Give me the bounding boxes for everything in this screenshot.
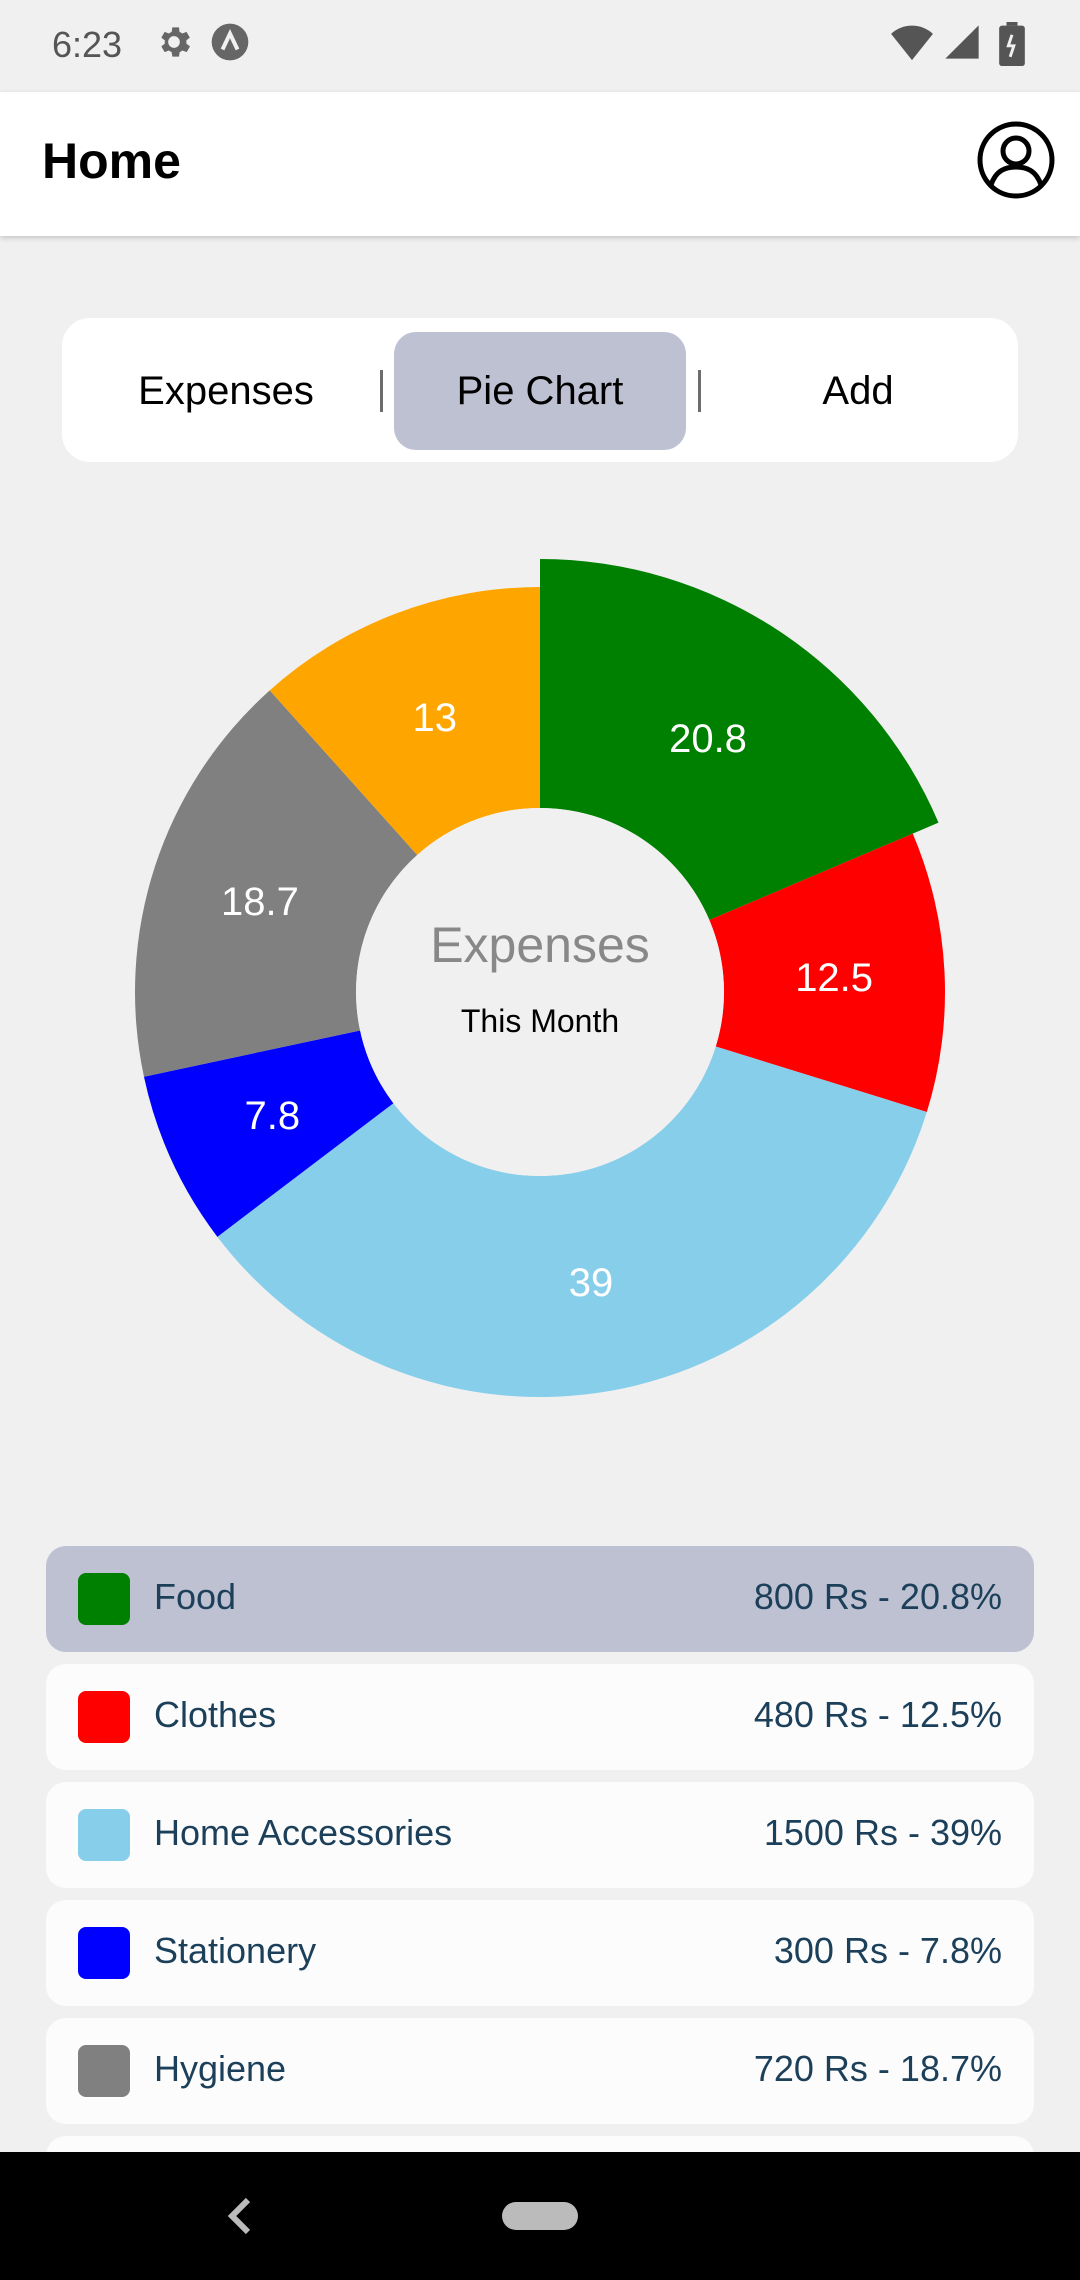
legend-color-swatch <box>78 1927 130 1979</box>
back-chevron-icon[interactable] <box>222 2186 258 2246</box>
account-circle-icon <box>977 121 1055 199</box>
legend-label: Stationery <box>154 1930 317 1971</box>
legend-value: 300 Rs - 7.8% <box>773 1930 1002 1971</box>
legend-label: Clothes <box>154 1694 277 1735</box>
legend-color-swatch <box>78 1809 130 1861</box>
legend-label: Home Accessories <box>154 1812 453 1853</box>
home-pill-icon[interactable] <box>502 2202 578 2230</box>
tab-divider <box>380 370 383 412</box>
legend-row[interactable]: Clothes 480 Rs - 12.5% <box>46 1664 1034 1770</box>
legend-color-swatch <box>78 1691 130 1743</box>
tab-pie-chart-label: Pie Chart <box>456 368 624 413</box>
app-bar: Home <box>0 92 1080 236</box>
pie-slice-label: 7.8 <box>244 1094 300 1138</box>
settings-gear-icon <box>161 27 190 57</box>
page-title: Home <box>42 133 181 189</box>
legend-value: 800 Rs - 20.8% <box>753 1576 1002 1617</box>
legend-row[interactable]: Stationery 300 Rs - 7.8% <box>46 1900 1034 2006</box>
legend-value: 720 Rs - 18.7% <box>753 2048 1002 2089</box>
legend-row[interactable]: Home Accessories 1500 Rs - 39% <box>46 1782 1034 1888</box>
legend-row[interactable]: Food 800 Rs - 20.8% <box>46 1546 1034 1652</box>
legend-label: Hygiene <box>154 2048 287 2089</box>
tab-expenses-label: Expenses <box>138 368 314 413</box>
tab-pie-chart[interactable]: Pie Chart <box>394 332 686 450</box>
tab-add[interactable]: Add <box>712 332 1004 450</box>
tab-bar: Expenses Pie Chart Add <box>62 318 1018 462</box>
expenses-pie-chart[interactable]: Expenses This Month 20.8 12.5 39 7.8 18.7 13 <box>0 540 1080 1420</box>
cellular-signal-icon <box>945 25 979 59</box>
chart-center-title: Expenses <box>430 917 650 973</box>
legend-color-swatch <box>78 1573 130 1625</box>
chart-center-subtitle: This Month <box>461 1003 619 1039</box>
tab-expenses[interactable]: Expenses <box>76 332 376 450</box>
legend-color-swatch <box>78 2045 130 2097</box>
legend-label: Food <box>154 1576 237 1617</box>
battery-icon <box>999 22 1025 66</box>
pie-slice-label: 18.7 <box>221 880 299 924</box>
pie-slice-label: 20.8 <box>669 717 747 761</box>
pie-slice-label: 13 <box>413 696 458 740</box>
chart-center-hole <box>356 808 724 1176</box>
wifi-icon <box>891 25 933 61</box>
tab-divider <box>698 370 701 412</box>
legend-value: 480 Rs - 12.5% <box>753 1694 1002 1735</box>
profile-button[interactable] <box>976 120 1056 200</box>
navigation-bar <box>0 2152 1080 2280</box>
a-badge-icon <box>211 23 249 61</box>
legend-row[interactable]: Hygiene 720 Rs - 18.7% <box>46 2018 1034 2124</box>
tab-add-label: Add <box>822 368 894 413</box>
legend-value: 1500 Rs - 39% <box>763 1812 1002 1853</box>
status-bar: 6:23 <box>0 0 1080 92</box>
pie-slice-label: 39 <box>569 1261 614 1305</box>
status-time: 6:23 <box>52 24 123 65</box>
pie-slice-label: 12.5 <box>795 956 873 1000</box>
